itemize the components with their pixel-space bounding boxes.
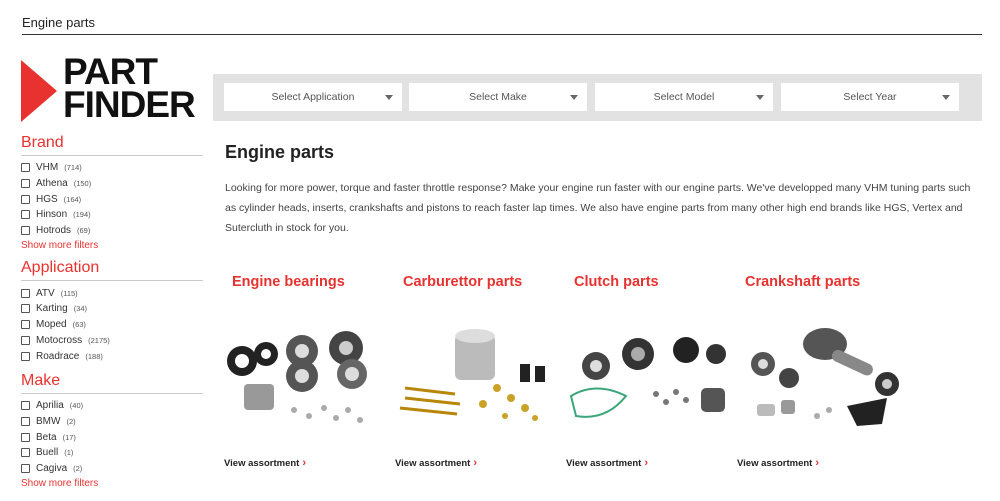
checkbox[interactable] [21,210,30,220]
checkbox[interactable] [21,163,30,173]
category-title[interactable]: Clutch parts [574,274,731,290]
chevron-right-icon: › [815,457,819,469]
page-title: Engine parts [225,142,335,162]
category-card-clutch-parts[interactable]: Clutch parts View assortment › [566,274,731,469]
filter-option[interactable]: Hotrods (69) [21,223,203,239]
show-more-brand-link[interactable]: Show more filters [21,240,203,251]
checkbox[interactable] [21,179,30,189]
brand-filter-section: Brand VHM (714) Athena (150) HGS (164) Hins… [21,134,203,251]
select-model-dropdown[interactable]: Select Model [595,83,773,111]
select-year-dropdown[interactable]: Select Year [781,83,959,111]
engine-bearings-image[interactable] [224,326,389,436]
filter-option[interactable]: ATV (115) [21,285,203,301]
view-assortment-link[interactable]: View assortment › [395,457,477,469]
checkbox[interactable] [21,194,30,204]
filter-option[interactable]: Roadrace (188) [21,348,203,364]
filter-option[interactable]: Moped (63) [21,317,203,333]
category-card-crankshaft-parts[interactable]: Crankshaft parts View assortment › [737,274,902,469]
checkbox[interactable] [21,463,30,473]
checkbox[interactable] [21,288,30,298]
application-filter-section: Application ATV (115) Karting (34) Moped (6… [21,259,203,363]
chevron-right-icon: › [302,457,306,469]
checkbox[interactable] [21,351,30,361]
select-application-dropdown[interactable]: Select Application [224,83,402,111]
filter-option[interactable]: Hinson (194) [21,207,203,223]
filter-option[interactable]: VHM (714) [21,160,203,176]
breadcrumb: Engine parts [22,14,982,35]
make-filter-title: Make [21,372,203,394]
crankshaft-parts-image[interactable] [737,326,902,436]
category-title[interactable]: Crankshaft parts [745,274,902,290]
filter-option[interactable]: Motocross (2175) [21,333,203,349]
checkbox[interactable] [21,335,30,345]
view-assortment-link[interactable]: View assortment › [224,457,306,469]
application-filter-title: Application [21,259,203,282]
filter-option[interactable]: BMW (2) [21,414,203,430]
checkbox[interactable] [21,432,30,442]
checkbox[interactable] [21,226,30,236]
logo-line-2: FINDER [63,84,196,125]
category-title[interactable]: Engine bearings [232,274,389,290]
checkbox[interactable] [21,304,30,314]
filter-option[interactable]: Aprilia (40) [21,398,203,414]
select-make-dropdown[interactable]: Select Make [409,83,587,111]
filter-option[interactable]: Karting (34) [21,301,203,317]
breadcrumb-label: Engine parts [22,15,95,30]
clutch-parts-image[interactable] [566,326,731,436]
filter-option[interactable]: Cagiva (2) [21,461,203,477]
logo-triangle-icon [21,60,57,122]
chevron-down-icon [942,95,950,100]
filter-sidebar: Brand VHM (714) Athena (150) HGS (164) Hins… [21,134,203,497]
checkbox[interactable] [21,320,30,330]
filter-option[interactable]: Athena (150) [21,176,203,192]
view-assortment-link[interactable]: View assortment › [566,457,648,469]
category-title[interactable]: Carburettor parts [403,274,560,290]
vehicle-filter-bar: Select Application Select Make Select Mo… [213,74,982,121]
chevron-down-icon [385,95,393,100]
checkbox[interactable] [21,448,30,458]
checkbox[interactable] [21,401,30,411]
category-card-carburettor-parts[interactable]: Carburettor parts View assortment › [395,274,560,469]
filter-option[interactable]: Buell (1) [21,445,203,461]
show-more-make-link[interactable]: Show more filters [21,478,203,489]
brand-filter-title: Brand [21,134,203,156]
view-assortment-link[interactable]: View assortment › [737,457,819,469]
chevron-down-icon [756,95,764,100]
carburettor-parts-image[interactable] [395,326,560,436]
chevron-right-icon: › [644,457,648,469]
intro-text: Looking for more power, torque and faste… [225,182,971,234]
checkbox[interactable] [21,416,30,426]
category-card-engine-bearings[interactable]: Engine bearings View assortment › [224,274,389,469]
chevron-right-icon: › [473,457,477,469]
make-filter-section: Make Aprilia (40) BMW (2) Beta (17) Buell (1… [21,372,203,489]
chevron-down-icon [570,95,578,100]
part-finder-logo[interactable]: PART FINDER [21,53,196,123]
filter-option[interactable]: Beta (17) [21,429,203,445]
filter-option[interactable]: HGS (164) [21,191,203,207]
